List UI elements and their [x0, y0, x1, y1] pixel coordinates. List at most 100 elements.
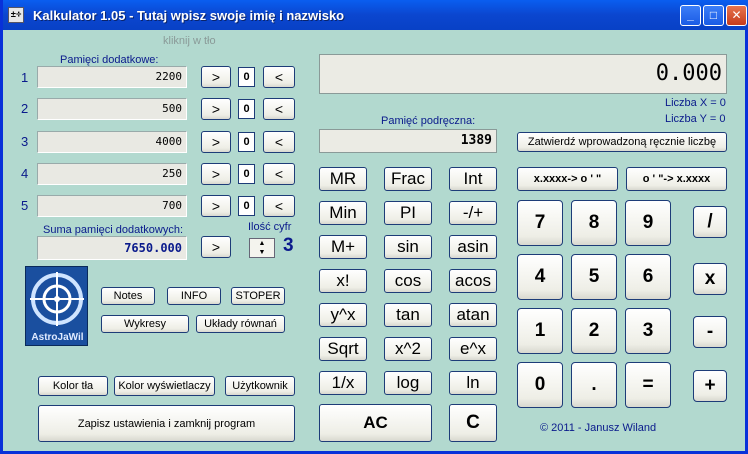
dms-to-dec-button[interactable]: o ' "-> x.xxxx	[626, 167, 727, 191]
log-button[interactable]: log	[384, 371, 432, 395]
min-button[interactable]: Min	[319, 201, 367, 225]
reciprocal-button[interactable]: 1/x	[319, 371, 367, 395]
memory-index: 2	[21, 101, 29, 116]
digit-5-button[interactable]: 5	[571, 254, 617, 300]
logo-label: AstroJaWil	[31, 332, 84, 343]
factorial-button[interactable]: x!	[319, 269, 367, 293]
digit-7-button[interactable]: 7	[517, 200, 563, 246]
sin-button[interactable]: sin	[384, 235, 432, 259]
equals-button[interactable]: =	[625, 362, 671, 408]
title-bar[interactable]: ±÷ Kalkulator 1.05 - Tutaj wpisz swoje i…	[3, 0, 748, 30]
sqrt-button[interactable]: Sqrt	[319, 337, 367, 361]
memory-counter-2[interactable]: 0	[238, 99, 255, 119]
display-color-button[interactable]: Kolor wyświetlaczy	[114, 376, 215, 396]
calculator-icon[interactable]: ±÷	[8, 7, 24, 23]
maximize-button[interactable]: □	[703, 5, 724, 26]
memory-recall-button-5[interactable]: <	[263, 195, 295, 217]
digit-1-button[interactable]: 1	[517, 308, 563, 354]
memory-recall-button-3[interactable]: <	[263, 131, 295, 153]
digit-6-button[interactable]: 6	[625, 254, 671, 300]
save-and-close-button[interactable]: Zapisz ustawienia i zamknij program	[38, 405, 295, 442]
digit-3-button[interactable]: 3	[625, 308, 671, 354]
memory-field-1[interactable]: 2200	[37, 66, 187, 88]
background-hint: kliknij w tło	[163, 35, 216, 47]
memory-counter-4[interactable]: 0	[238, 164, 255, 184]
power-button[interactable]: y^x	[319, 303, 367, 327]
negate-button[interactable]: -/+	[449, 201, 497, 225]
cache-label: Pamięć podręczna:	[381, 115, 476, 127]
confirm-manual-number-button[interactable]: Zatwierdź wprowadzoną ręcznie liczbę	[517, 132, 727, 152]
memory-recall-button-1[interactable]: <	[263, 66, 295, 88]
close-button[interactable]: ✕	[726, 5, 747, 26]
memory-counter-5[interactable]: 0	[238, 196, 255, 216]
memory-field-4[interactable]: 250	[37, 163, 187, 185]
memory-recall-button-4[interactable]: <	[263, 163, 295, 185]
memory-index: 5	[21, 198, 29, 213]
exp-button[interactable]: e^x	[449, 337, 497, 361]
tan-button[interactable]: tan	[384, 303, 432, 327]
digit-0-button[interactable]: 0	[517, 362, 563, 408]
asin-button[interactable]: asin	[449, 235, 497, 259]
multiply-button[interactable]: x	[693, 263, 727, 295]
memory-index: 1	[21, 70, 29, 85]
stoper-button[interactable]: STOPER	[231, 287, 285, 305]
memory-store-button-1[interactable]: >	[201, 66, 231, 88]
frac-button[interactable]: Frac	[384, 167, 432, 191]
pi-button[interactable]: PI	[384, 201, 432, 225]
notes-button[interactable]: Notes	[101, 287, 155, 305]
memory-counter-1[interactable]: 0	[238, 67, 255, 87]
background-color-button[interactable]: Kolor tła	[38, 376, 108, 396]
memory-store-button-3[interactable]: >	[201, 131, 231, 153]
memory-sum-button[interactable]: >	[201, 236, 231, 258]
digits-spinner[interactable]: ▲ ▼	[249, 238, 275, 258]
spin-up-icon[interactable]: ▲	[250, 239, 274, 248]
telescope-target-icon	[30, 272, 84, 326]
cos-button[interactable]: cos	[384, 269, 432, 293]
x-register-label: Liczba X = 0	[665, 97, 726, 109]
memory-field-5[interactable]: 700	[37, 195, 187, 217]
memory-field-3[interactable]: 4000	[37, 131, 187, 153]
charts-button[interactable]: Wykresy	[101, 315, 189, 333]
acos-button[interactable]: acos	[449, 269, 497, 293]
ln-button[interactable]: ln	[449, 371, 497, 395]
memory-field-2[interactable]: 500	[37, 98, 187, 120]
m-plus-button[interactable]: M+	[319, 235, 367, 259]
info-button[interactable]: INFO	[167, 287, 221, 305]
memory-counter-3[interactable]: 0	[238, 132, 255, 152]
dec-to-dms-button[interactable]: x.xxxx-> o ' "	[517, 167, 618, 191]
add-button[interactable]: +	[693, 370, 727, 402]
memory-sum-label: Suma pamięci dodatkowych:	[43, 224, 184, 236]
digits-value: 3	[283, 235, 294, 256]
memory-store-button-2[interactable]: >	[201, 98, 231, 120]
digit-4-button[interactable]: 4	[517, 254, 563, 300]
decimal-point-button[interactable]: .	[571, 362, 617, 408]
main-display[interactable]: 0.000	[319, 54, 727, 94]
equations-button[interactable]: Układy równań	[196, 315, 285, 333]
memory-sum-field[interactable]: 7650.000	[37, 236, 187, 260]
cache-display[interactable]: 1389	[319, 129, 497, 153]
digit-8-button[interactable]: 8	[571, 200, 617, 246]
memory-recall-button-2[interactable]: <	[263, 98, 295, 120]
digit-2-button[interactable]: 2	[571, 308, 617, 354]
square-button[interactable]: x^2	[384, 337, 432, 361]
mr-button[interactable]: MR	[319, 167, 367, 191]
atan-button[interactable]: atan	[449, 303, 497, 327]
divide-button[interactable]: /	[693, 206, 727, 238]
astrojawil-logo: AstroJaWil	[25, 266, 88, 346]
digit-9-button[interactable]: 9	[625, 200, 671, 246]
window-title: Kalkulator 1.05 - Tutaj wpisz swoje imię…	[33, 8, 345, 23]
copyright-text: © 2011 - Janusz Wiland	[540, 422, 657, 434]
user-button[interactable]: Użytkownik	[225, 376, 295, 396]
y-register-label: Liczba Y = 0	[665, 113, 726, 125]
memories-heading: Pamięci dodatkowe:	[60, 54, 159, 66]
all-clear-button[interactable]: AC	[319, 404, 432, 442]
spin-down-icon[interactable]: ▼	[250, 248, 274, 257]
subtract-button[interactable]: -	[693, 316, 727, 348]
memory-index: 3	[21, 134, 29, 149]
memory-store-button-4[interactable]: >	[201, 163, 231, 185]
app-window: ±÷ Kalkulator 1.05 - Tutaj wpisz swoje i…	[0, 0, 748, 454]
int-button[interactable]: Int	[449, 167, 497, 191]
memory-store-button-5[interactable]: >	[201, 195, 231, 217]
minimize-button[interactable]: _	[680, 5, 701, 26]
clear-button[interactable]: C	[449, 404, 497, 442]
